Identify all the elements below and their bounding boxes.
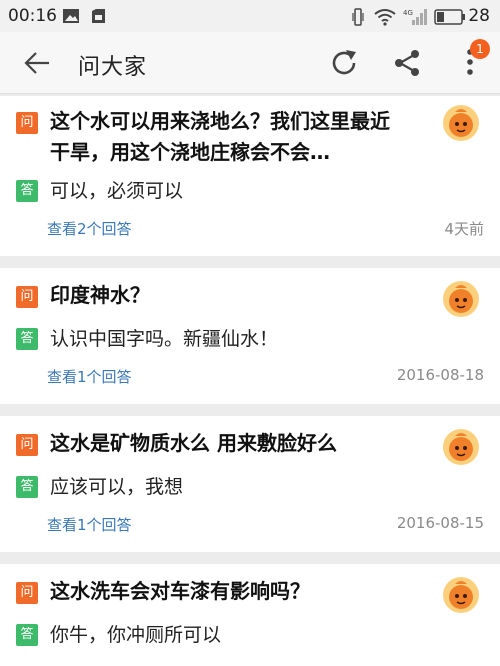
question-date: 4天前	[444, 220, 484, 238]
notification-badge: 1	[470, 39, 490, 59]
wifi-icon	[374, 9, 396, 26]
sim-card-icon	[92, 9, 105, 23]
avatar-icon[interactable]	[442, 428, 480, 466]
avatar-icon[interactable]	[442, 576, 480, 614]
back-arrow-icon[interactable]	[22, 49, 52, 77]
answer-tag: 答	[16, 180, 38, 202]
view-answers-link[interactable]: 查看1个回答	[47, 514, 132, 535]
svg-text:4G: 4G	[403, 9, 413, 17]
page-title: 问大家	[78, 55, 148, 80]
battery-icon	[434, 9, 465, 25]
battery-percent: 28	[468, 6, 490, 26]
question-tag: 问	[16, 112, 38, 134]
avatar-icon[interactable]	[442, 280, 480, 318]
question-text[interactable]: 印度神水？	[50, 280, 400, 311]
share-icon[interactable]	[392, 48, 422, 78]
question-text[interactable]: 这个水可以用来浇地么？我们这里最近干旱，用这个浇地庄稼会不会…	[50, 106, 400, 168]
status-bar: 00:16 4G 28	[0, 0, 500, 32]
answer-tag: 答	[16, 476, 38, 498]
status-time: 00:16	[8, 6, 57, 26]
gallery-notification-icon	[63, 9, 79, 23]
vibrate-icon	[352, 8, 364, 26]
app-bar: 问大家 1	[0, 32, 500, 94]
view-answers-link[interactable]: 查看1个回答	[47, 366, 132, 387]
question-tag: 问	[16, 286, 38, 308]
answer-text: 可以，必须可以	[50, 180, 184, 202]
answer-text: 认识中国字吗。新疆仙水！	[50, 328, 279, 350]
signal-4g-icon: 4G	[403, 9, 427, 25]
question-text[interactable]: 这水是矿物质水么 用来敷脸好么	[50, 428, 430, 459]
refresh-icon[interactable]	[329, 48, 359, 78]
answer-tag: 答	[16, 624, 38, 646]
qa-card[interactable]: 问 印度神水？ 答 认识中国字吗。新疆仙水！ 查看1个回答 2016-08-18	[0, 268, 500, 404]
question-tag: 问	[16, 434, 38, 456]
question-text[interactable]: 这水洗车会对车漆有影响吗？	[50, 576, 400, 607]
avatar-icon[interactable]	[442, 104, 480, 142]
qa-card[interactable]: 问 这水洗车会对车漆有影响吗？ 答 你牛，你冲厕所可以	[0, 564, 500, 666]
answer-tag: 答	[16, 328, 38, 350]
view-answers-link[interactable]: 查看2个回答	[47, 218, 132, 239]
question-tag: 问	[16, 582, 38, 604]
answer-text: 你牛，你冲厕所可以	[50, 624, 222, 646]
qa-card[interactable]: 问 这水是矿物质水么 用来敷脸好么 答 应该可以，我想 查看1个回答 2016-…	[0, 416, 500, 552]
question-date: 2016-08-18	[396, 366, 484, 384]
question-date: 2016-08-15	[396, 514, 484, 532]
qa-card[interactable]: 问 这个水可以用来浇地么？我们这里最近干旱，用这个浇地庄稼会不会… 答 可以，必…	[0, 96, 500, 256]
answer-text: 应该可以，我想	[50, 476, 184, 498]
